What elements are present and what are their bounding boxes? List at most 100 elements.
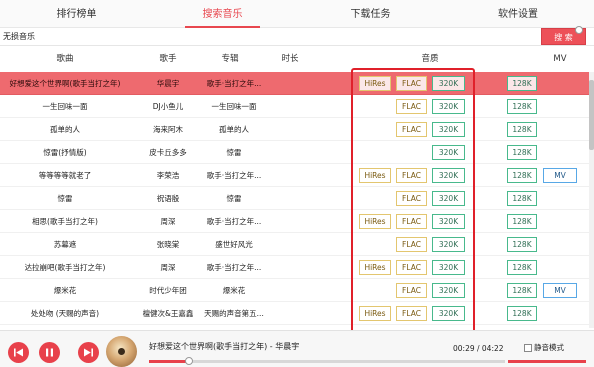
- hires-badge[interactable]: HiRes: [359, 76, 391, 91]
- quality-128k-badge[interactable]: 128K: [507, 99, 537, 114]
- previous-icon: [14, 348, 23, 357]
- quality-320k-badge[interactable]: 320K: [432, 260, 465, 275]
- quality-128k-badge[interactable]: 128K: [507, 283, 537, 298]
- pause-button[interactable]: [39, 342, 60, 363]
- quality-128k-badge[interactable]: 128K: [507, 145, 537, 160]
- next-button[interactable]: [78, 342, 99, 363]
- song-artist: 时代少年团: [149, 286, 187, 295]
- player-bar: 好想爱这个世界啊(歌手当打之年) - 华晨宇 00:29 / 04:22 静音模…: [0, 330, 594, 367]
- tab-downloads[interactable]: 下载任务: [333, 0, 408, 28]
- song-album: 一生回味一面: [211, 102, 257, 111]
- playback-time: 00:29 / 04:22: [453, 344, 504, 353]
- song-row[interactable]: 处处吻 (天赐的声音) 檀健次&王嘉鑫 天赐的声音第五... HiRes FLAC 320…: [0, 302, 590, 325]
- flac-badge[interactable]: FLAC: [396, 260, 427, 275]
- song-title: 苏幕遮: [53, 240, 77, 249]
- header-artist: 歌手: [159, 54, 177, 64]
- song-row[interactable]: 相思(歌手当打之年) 周深 歌手·当打之年... HiRes FLAC 320K 128K: [0, 210, 590, 233]
- song-title: 惊雷: [57, 194, 73, 203]
- song-artist: 海来阿木: [153, 125, 183, 134]
- quality-320k-badge[interactable]: 320K: [432, 145, 465, 160]
- now-playing-title: 好想爱这个世界啊(歌手当打之年) - 华晨宇: [149, 342, 300, 351]
- quality-128k-badge[interactable]: 128K: [507, 191, 537, 206]
- tab-settings[interactable]: 软件设置: [478, 0, 558, 28]
- quality-128k-badge[interactable]: 128K: [507, 122, 537, 137]
- flac-badge[interactable]: FLAC: [396, 214, 427, 229]
- scroll-thumb[interactable]: [589, 80, 594, 150]
- next-icon: [84, 348, 93, 357]
- song-list: 好想爱这个世界啊(歌手当打之年) 华晨宇 歌手·当打之年... HiRes FLAC 32…: [0, 72, 590, 328]
- song-title: 等等等等就老了: [38, 171, 92, 180]
- song-row[interactable]: 等等等等就老了 李荣浩 歌手·当打之年... HiRes FLAC 320K 128K MV: [0, 164, 590, 187]
- quality-128k-badge[interactable]: 128K: [507, 168, 537, 183]
- flac-badge[interactable]: FLAC: [396, 99, 427, 114]
- quality-128k-badge[interactable]: 128K: [507, 76, 537, 91]
- flac-badge[interactable]: FLAC: [396, 76, 427, 91]
- mv-button[interactable]: MV: [543, 168, 577, 183]
- mute-toggle[interactable]: 静音模式: [524, 342, 564, 353]
- flac-badge[interactable]: FLAC: [396, 283, 427, 298]
- flac-badge[interactable]: FLAC: [396, 122, 427, 137]
- flac-badge[interactable]: FLAC: [396, 191, 427, 206]
- hires-badge[interactable]: HiRes: [359, 306, 391, 321]
- song-row[interactable]: 惊雷(抒情版) 皮卡丘多多 惊雷 320K 128K: [0, 141, 590, 164]
- quality-320k-badge[interactable]: 320K: [432, 283, 465, 298]
- table-header: 歌曲 歌手 专辑 时长 音质 MV: [0, 47, 594, 72]
- song-album: 歌手·当打之年...: [206, 171, 262, 180]
- quality-320k-badge[interactable]: 320K: [432, 214, 465, 229]
- quality-128k-badge[interactable]: 128K: [507, 306, 537, 321]
- quality-320k-badge[interactable]: 320K: [432, 122, 465, 137]
- volume-bar[interactable]: [508, 360, 586, 363]
- quality-320k-badge[interactable]: 320K: [432, 99, 465, 114]
- progress-handle[interactable]: [184, 357, 193, 365]
- song-album: 惊雷: [226, 148, 242, 157]
- song-title: 爆米花: [53, 286, 77, 295]
- mute-checkbox[interactable]: [524, 344, 532, 352]
- song-row[interactable]: 好想爱这个世界啊(歌手当打之年) 华晨宇 歌手·当打之年... HiRes FLAC 32…: [0, 72, 590, 95]
- header-quality: 音质: [421, 54, 439, 64]
- song-row[interactable]: 一生回味一面 DJ小鱼儿 一生回味一面 FLAC 320K 128K: [0, 95, 590, 118]
- song-title: 好想爱这个世界啊(歌手当打之年): [9, 79, 121, 88]
- hires-badge[interactable]: HiRes: [359, 168, 391, 183]
- pause-icon: [46, 348, 53, 357]
- volume-handle[interactable]: [575, 26, 583, 34]
- song-album: 爆米花: [222, 286, 246, 295]
- previous-button[interactable]: [8, 342, 29, 363]
- hires-badge[interactable]: HiRes: [359, 214, 391, 229]
- song-row[interactable]: 达拉崩吧(歌手当打之年) 周深 歌手·当打之年... HiRes FLAC 320K 128…: [0, 256, 590, 279]
- song-album: 天赐的声音第五...: [204, 309, 264, 318]
- song-row[interactable]: 爆米花 时代少年团 爆米花 FLAC 320K 128K MV: [0, 279, 590, 302]
- song-row[interactable]: 惊雷 祝语殷 惊雷 FLAC 320K 128K: [0, 187, 590, 210]
- quality-320k-badge[interactable]: 320K: [432, 191, 465, 206]
- quality-128k-badge[interactable]: 128K: [507, 260, 537, 275]
- flac-badge[interactable]: FLAC: [396, 168, 427, 183]
- song-artist: DJ小鱼儿: [152, 102, 184, 111]
- tab-search[interactable]: 搜索音乐: [185, 0, 260, 28]
- quality-320k-badge[interactable]: 320K: [432, 168, 465, 183]
- song-title: 达拉崩吧(歌手当打之年): [24, 263, 106, 272]
- song-album: 歌手·当打之年...: [206, 79, 262, 88]
- song-row[interactable]: 孤单的人 海来阿木 孤单的人 FLAC 320K 128K: [0, 118, 590, 141]
- flac-badge[interactable]: FLAC: [396, 237, 427, 252]
- hires-badge[interactable]: HiRes: [359, 260, 391, 275]
- tab-charts[interactable]: 排行榜单: [30, 0, 123, 28]
- song-album: 歌手·当打之年...: [206, 217, 262, 226]
- scrollbar[interactable]: [589, 72, 594, 328]
- song-artist: 张晓棠: [156, 240, 180, 249]
- flac-badge[interactable]: FLAC: [396, 306, 427, 321]
- search-input[interactable]: [0, 28, 538, 45]
- quality-128k-badge[interactable]: 128K: [507, 237, 537, 252]
- quality-320k-badge[interactable]: 320K: [432, 306, 465, 321]
- mv-button[interactable]: MV: [543, 283, 577, 298]
- progress-bar[interactable]: [149, 357, 505, 365]
- quality-320k-badge[interactable]: 320K: [432, 237, 465, 252]
- song-artist: 李荣浩: [156, 171, 180, 180]
- quality-320k-badge[interactable]: 320K: [432, 76, 465, 91]
- song-album: 惊雷: [226, 194, 242, 203]
- song-artist: 檀健次&王嘉鑫: [142, 309, 194, 318]
- mute-label: 静音模式: [534, 343, 564, 352]
- quality-128k-badge[interactable]: 128K: [507, 214, 537, 229]
- song-album: 盛世好风光: [215, 240, 253, 249]
- song-row[interactable]: 苏幕遮 张晓棠 盛世好风光 FLAC 320K 128K: [0, 233, 590, 256]
- song-title: 相思(歌手当打之年): [32, 217, 98, 226]
- header-mv: MV: [553, 54, 567, 64]
